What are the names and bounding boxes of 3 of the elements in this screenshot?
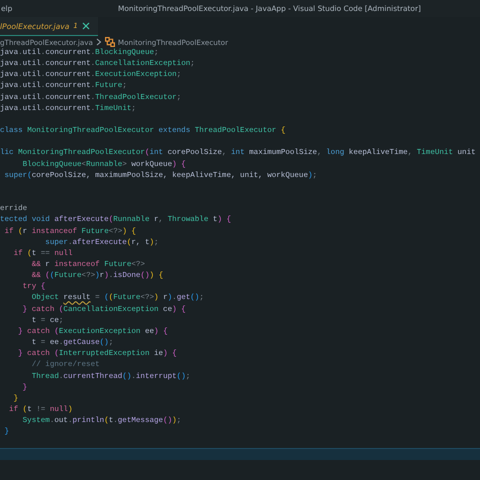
class-icon bbox=[104, 37, 115, 47]
chevron-icon bbox=[96, 38, 102, 46]
close-icon[interactable] bbox=[82, 22, 90, 30]
